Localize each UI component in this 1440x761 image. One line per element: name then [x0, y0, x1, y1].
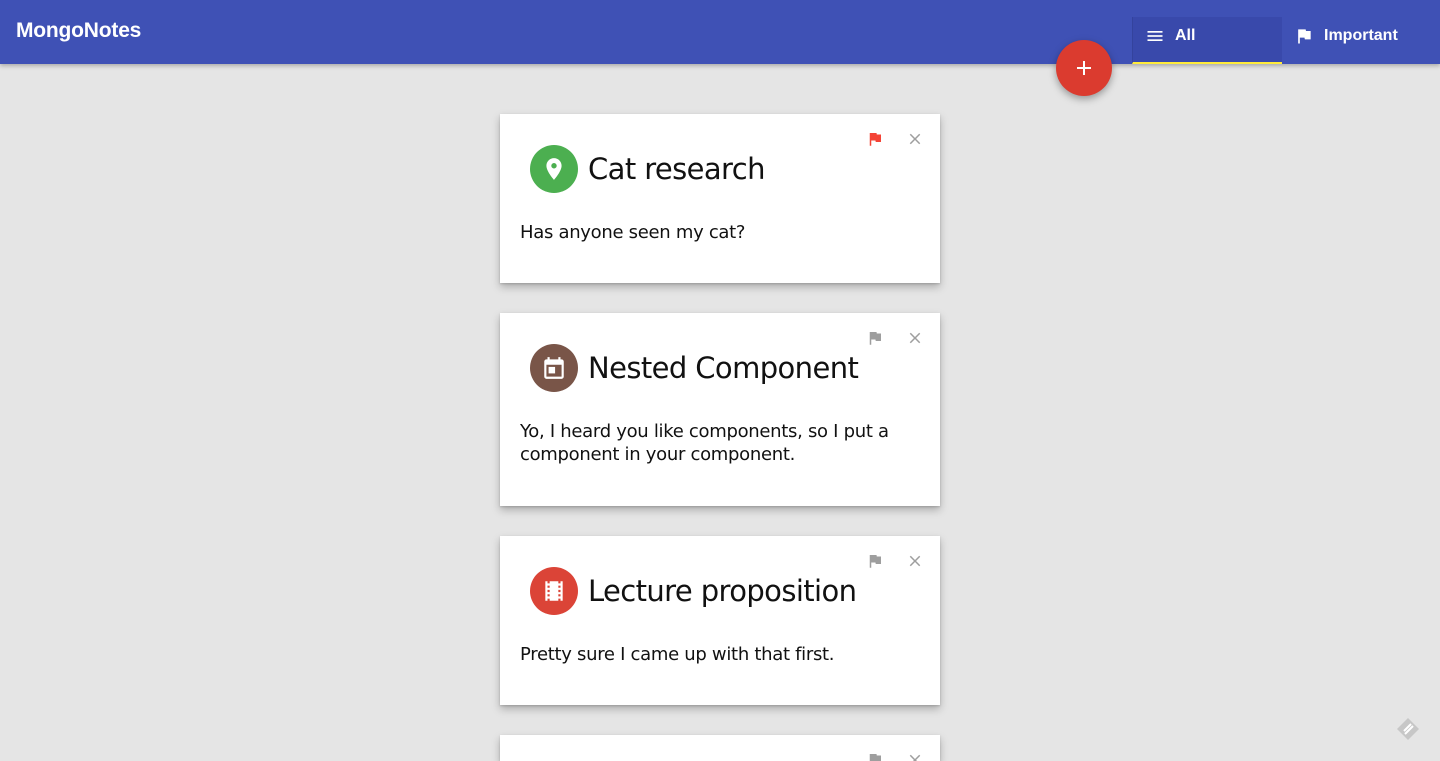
film-icon: [530, 567, 578, 615]
map-pin-icon: [530, 145, 578, 193]
add-note-button[interactable]: [1056, 40, 1112, 96]
note-title: Lecture proposition: [588, 574, 857, 608]
flag-icon: [1298, 29, 1311, 44]
note-card: Cat research Has anyone seen my cat?: [500, 114, 940, 283]
note-card: Nested Component Yo, I heard you like co…: [500, 313, 940, 506]
app-bar: MongoNotes All Important: [0, 0, 1440, 64]
note-body: Yo, I heard you like components, so I pu…: [520, 421, 889, 465]
tab-all-label: All: [1175, 27, 1196, 44]
tab-important[interactable]: Important: [1294, 17, 1434, 64]
close-icon[interactable]: [906, 552, 924, 570]
note-body: Has anyone seen my cat?: [520, 222, 746, 243]
note-card: Lecture proposition Pretty sure I came u…: [500, 536, 940, 705]
flag-icon[interactable]: [866, 751, 884, 761]
close-icon[interactable]: [906, 751, 924, 761]
close-icon[interactable]: [906, 329, 924, 347]
app-title: MongoNotes: [16, 19, 142, 42]
flag-icon[interactable]: [866, 329, 884, 347]
note-title: Nested Component: [588, 351, 859, 385]
calendar-icon: [530, 344, 578, 392]
flag-icon[interactable]: [866, 552, 884, 570]
tab-important-label: Important: [1324, 27, 1398, 44]
note-body: Pretty sure I came up with that first.: [520, 644, 835, 665]
close-icon[interactable]: [906, 130, 924, 148]
note-title: Cat research: [588, 152, 765, 186]
tab-all[interactable]: All: [1132, 17, 1282, 64]
feather-icon[interactable]: [1395, 716, 1421, 742]
menu-icon: [1147, 31, 1163, 41]
plus-icon: [1077, 61, 1091, 75]
note-card: [500, 735, 940, 761]
flag-icon[interactable]: [866, 130, 884, 148]
